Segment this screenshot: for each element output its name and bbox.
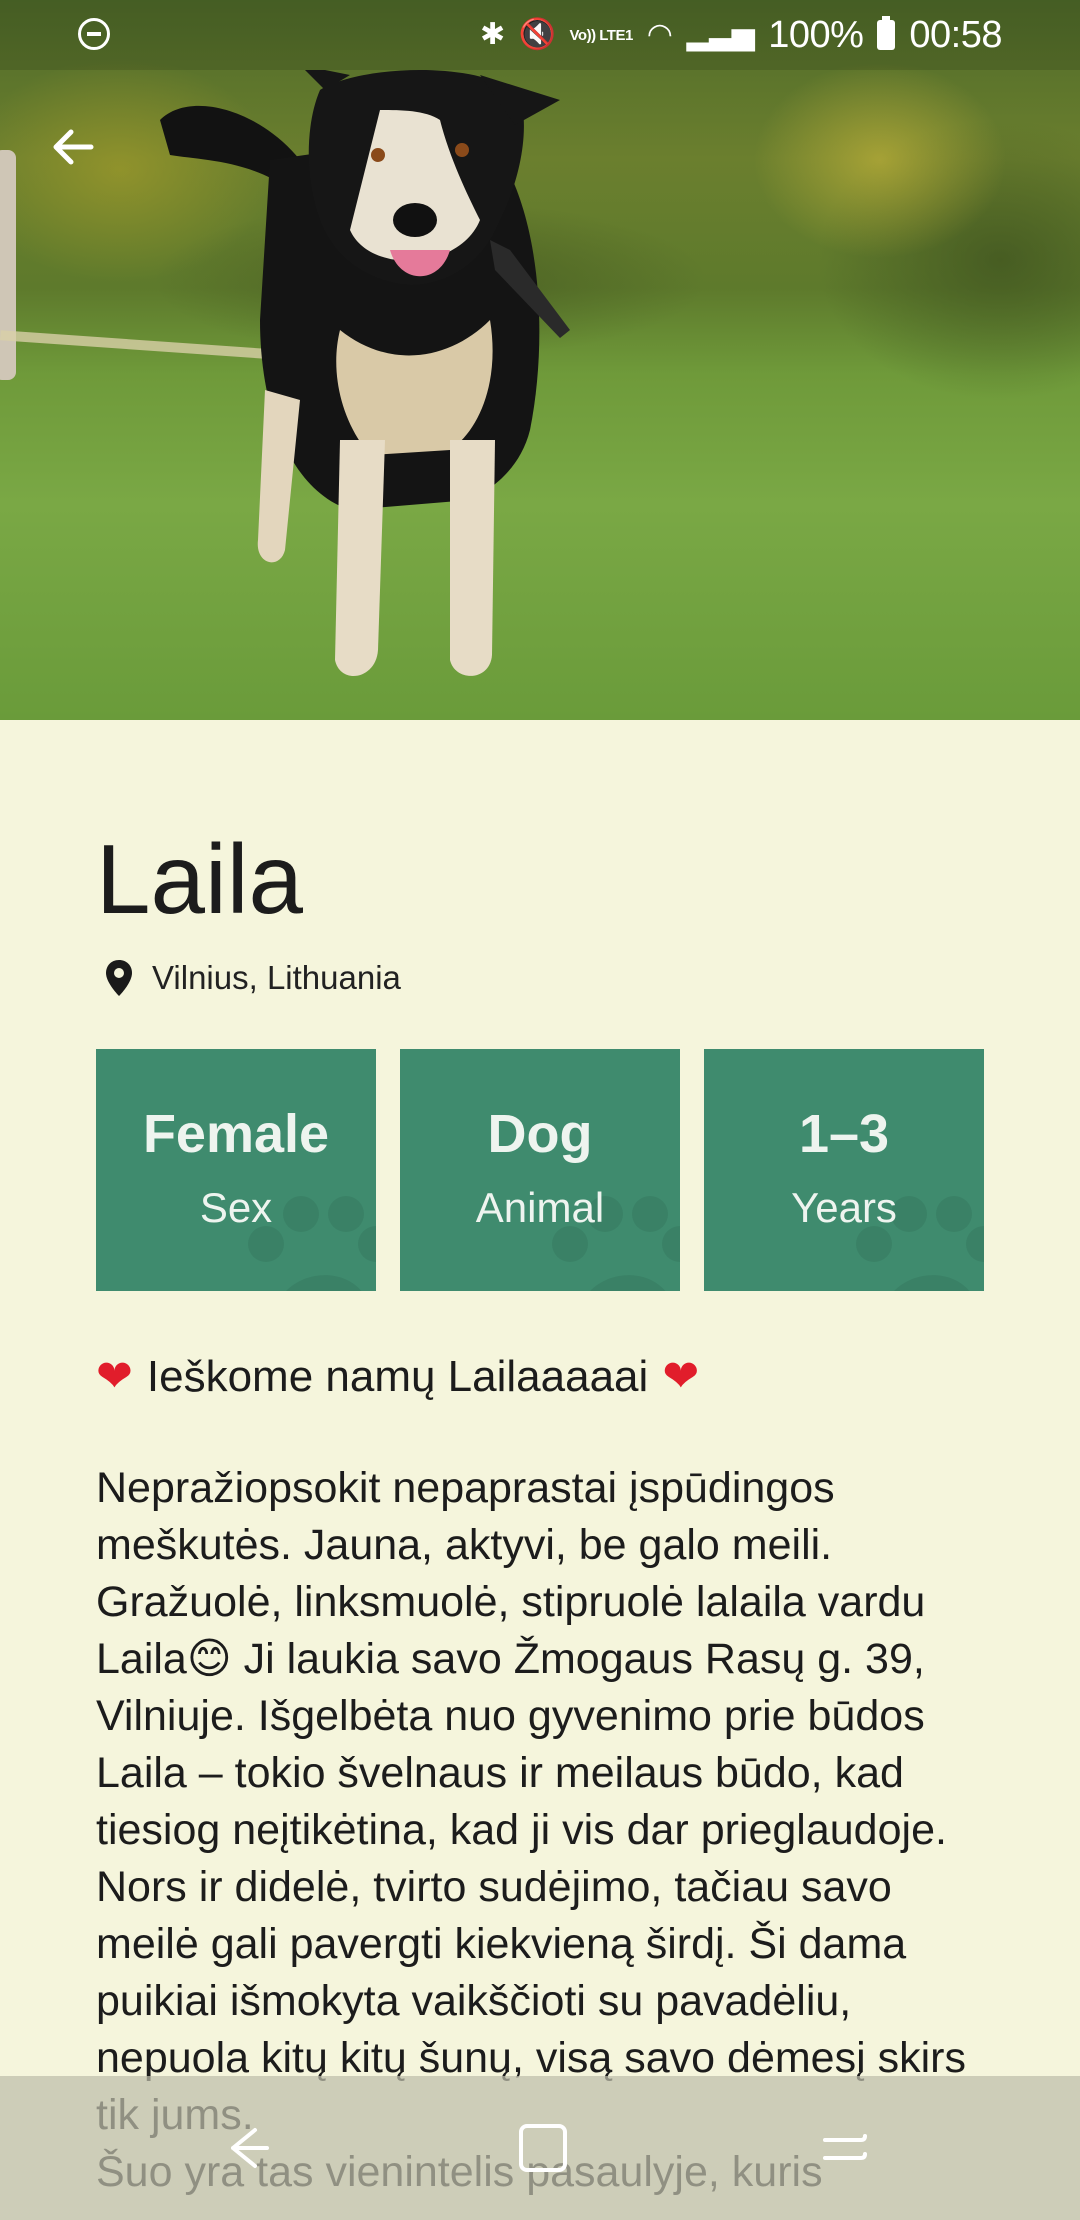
battery-icon — [877, 16, 896, 50]
location-row: Vilnius, Lithuania — [104, 958, 401, 998]
dog-figure — [160, 70, 570, 677]
tile-label: Years — [791, 1184, 897, 1231]
tile-label: Sex — [199, 1184, 273, 1231]
tile-value: Female — [142, 1104, 330, 1164]
status-icons: ✱ 🔇 Vo)) LTE1 ◠ ▂▃▅ 100% 00:58 — [480, 12, 1002, 58]
wifi-icon: ◠ — [646, 18, 673, 51]
description-headline: ❤ Ieškome namų Lailaaaaai ❤ — [96, 1348, 996, 1405]
heart-icon: ❤ — [96, 1352, 133, 1401]
back-button[interactable] — [40, 115, 104, 179]
pet-attributes: Female Sex Dog Animal 1–3 Years — [96, 1049, 984, 1291]
nav-home-icon[interactable] — [513, 2118, 573, 2178]
tile-value: Dog — [487, 1104, 593, 1164]
arrow-left-icon — [53, 129, 94, 165]
do-not-disturb-icon — [78, 18, 110, 50]
clock: 00:58 — [909, 13, 1002, 56]
pet-photo — [0, 0, 1080, 720]
nav-back-icon[interactable] — [215, 2118, 275, 2178]
bluetooth-icon: ✱ — [480, 18, 505, 51]
battery-percent: 100% — [768, 13, 864, 56]
signal-icon: ▂▃▅ — [686, 18, 755, 51]
pet-name: Laila — [96, 824, 304, 934]
age-tile: 1–3 Years — [704, 1049, 984, 1291]
location-text: Vilnius, Lithuania — [152, 959, 401, 996]
mute-icon: 🔇 — [518, 18, 556, 51]
animal-tile: Dog Animal — [400, 1049, 680, 1291]
status-bar: ✱ 🔇 Vo)) LTE1 ◠ ▂▃▅ 100% 00:58 — [0, 0, 1080, 70]
tile-value: 1–3 — [798, 1104, 890, 1164]
sex-tile: Female Sex — [96, 1049, 376, 1291]
network-label: Vo)) LTE1 — [569, 26, 634, 44]
navigation-bar — [0, 2076, 1080, 2220]
fence-post — [0, 150, 16, 380]
heart-icon: ❤ — [662, 1352, 700, 1401]
tile-label: Animal — [475, 1184, 605, 1231]
location-pin-icon — [106, 960, 132, 996]
headline-text: Ieškome namų Lailaaaaai — [146, 1352, 649, 1401]
nav-recents-icon[interactable] — [815, 2118, 875, 2178]
